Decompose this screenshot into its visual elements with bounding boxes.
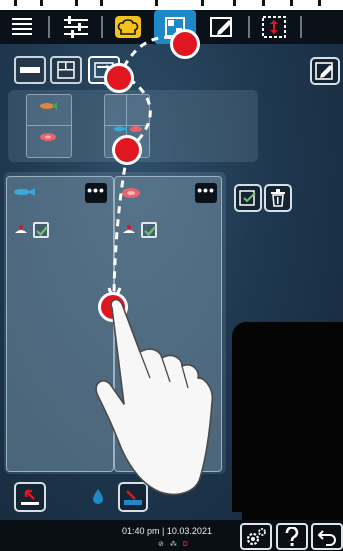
hand-gesture-icon: [95, 298, 214, 496]
stage: ••• ••• 01:40 pm | 10.03.2021 ⊘ ⁂ D: [0, 0, 343, 551]
